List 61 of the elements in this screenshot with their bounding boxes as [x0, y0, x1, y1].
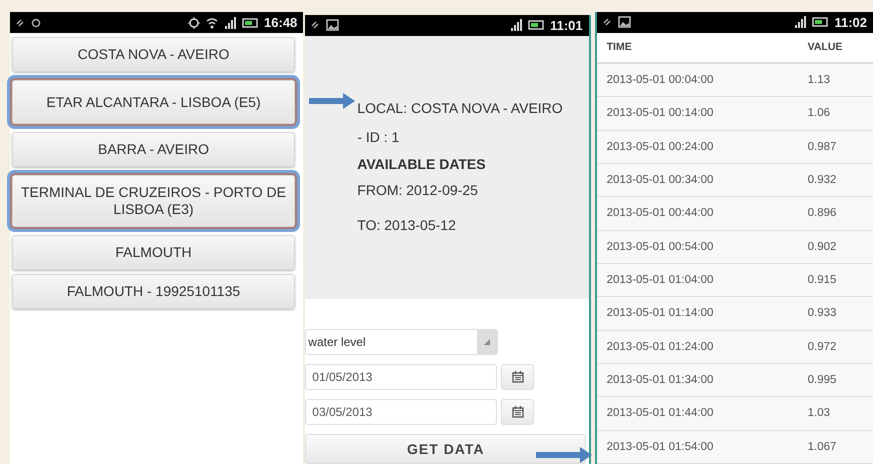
signal-icon	[794, 16, 806, 28]
calendar-button[interactable]	[501, 399, 534, 425]
date-field[interactable]: 01/05/2013	[305, 364, 498, 390]
signal-icon	[224, 16, 236, 28]
calendar-icon	[512, 371, 524, 383]
table-cell-text: 2013-05-01 01:54:00	[606, 440, 714, 453]
date-field[interactable]: 03/05/2013	[305, 399, 498, 425]
to-date-text: TO: 2013-05-12	[357, 216, 457, 235]
calendar-icon	[512, 406, 524, 418]
table-cell-text: 2013-05-01 00:14:00	[606, 107, 714, 120]
table-cell-text: 0.902	[808, 240, 838, 253]
pointer-arrow	[536, 446, 592, 464]
battery-icon	[812, 16, 828, 28]
table-cell-text: 0.915	[808, 274, 838, 286]
pointer-arrow	[309, 92, 355, 110]
calendar-button[interactable]	[501, 364, 534, 390]
table-cell-text: 2013-05-01 00:44:00	[606, 207, 714, 220]
table-cell-text: 2013-05-01 00:04:00	[606, 74, 714, 86]
table-cell-text: 0.987	[808, 140, 838, 153]
table-cell-text: 2013-05-01 00:54:00	[606, 240, 714, 253]
get-data-button[interactable]: GET DATA	[305, 434, 586, 464]
table-cell-text: 0.932	[808, 174, 838, 186]
location-button[interactable]: COSTA NOVA - AVEIRO	[12, 37, 295, 72]
dropdown-icon	[483, 338, 492, 346]
table-cell-text: 0.933	[808, 307, 838, 320]
wifi-icon	[206, 16, 218, 28]
table-cell-text: 2013-05-01 00:24:00	[606, 140, 714, 153]
status-time: 11:02	[834, 14, 867, 30]
notification-icon	[602, 17, 612, 28]
table-cell-text: 2013-05-01 01:14:00	[606, 307, 714, 320]
section-heading: AVAILABLE DATES	[357, 154, 487, 174]
status-time: 16:48	[264, 15, 298, 30]
table-cell-text: 0.896	[808, 207, 838, 220]
table-cell-text: 0.995	[808, 374, 838, 386]
table-cell-text: 1.03	[808, 407, 832, 420]
battery-icon	[242, 16, 258, 28]
signal-icon	[510, 19, 522, 32]
table-cell-text: 2013-05-01 01:44:00	[606, 407, 714, 420]
image-icon	[326, 19, 340, 32]
table-cell-text: 2013-05-01 01:04:00	[606, 274, 714, 286]
alarm-icon	[31, 18, 41, 28]
column-header: TIME	[606, 41, 633, 54]
location-text: LOCAL: COSTA NOVA - AVEIRO - ID : 1	[357, 98, 564, 147]
notification-icon	[16, 18, 25, 28]
table-cell-text: 0.972	[808, 340, 838, 353]
battery-icon	[528, 19, 544, 32]
status-time: 11:01	[550, 18, 583, 33]
location-button[interactable]: BARRA - AVEIRO	[12, 132, 295, 167]
table-cell-text: 1.067	[808, 440, 838, 453]
table-cell-text: 2013-05-01 00:34:00	[606, 174, 714, 186]
variable-dropdown[interactable]: water level	[305, 329, 498, 355]
table-cell-text: 1.13	[808, 74, 832, 86]
from-date-text: FROM: 2012-09-25	[357, 180, 479, 200]
table-cell-text: 1.06	[808, 107, 832, 120]
image-icon	[618, 16, 631, 28]
column-header: VALUE	[808, 41, 844, 54]
notification-icon	[311, 20, 320, 30]
location-button[interactable]: FALMOUTH	[12, 235, 295, 270]
table-cell-text: 2013-05-01 01:24:00	[606, 340, 714, 353]
location-button[interactable]: FALMOUTH - 19925101135	[12, 274, 295, 309]
table-cell-text: 2013-05-01 01:34:00	[606, 374, 714, 386]
